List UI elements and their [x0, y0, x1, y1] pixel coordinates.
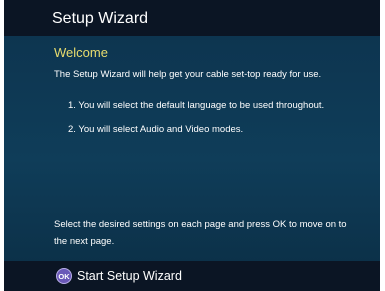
intro-text: The Setup Wizard will help get your cabl…: [54, 69, 322, 80]
instruction-text: Select the desired settings on each page…: [54, 219, 347, 247]
ok-key-icon: OK: [56, 268, 72, 284]
start-setup-wizard-button[interactable]: OK Start Setup Wizard: [56, 267, 182, 285]
step-item-language: 1. You will select the default language …: [68, 100, 325, 111]
start-setup-wizard-label: Start Setup Wizard: [77, 269, 182, 283]
page-title: Setup Wizard: [52, 10, 149, 27]
welcome-heading: Welcome: [54, 45, 108, 60]
step-item-audio-video: 2. You will select Audio and Video modes…: [68, 124, 244, 135]
title-bar: Setup Wizard: [4, 0, 380, 36]
setup-wizard-screen: Setup Wizard Welcome The Setup Wizard wi…: [4, 0, 380, 291]
action-bar: OK Start Setup Wizard: [4, 261, 380, 291]
wizard-content-panel: Welcome The Setup Wizard will help get y…: [4, 36, 380, 261]
